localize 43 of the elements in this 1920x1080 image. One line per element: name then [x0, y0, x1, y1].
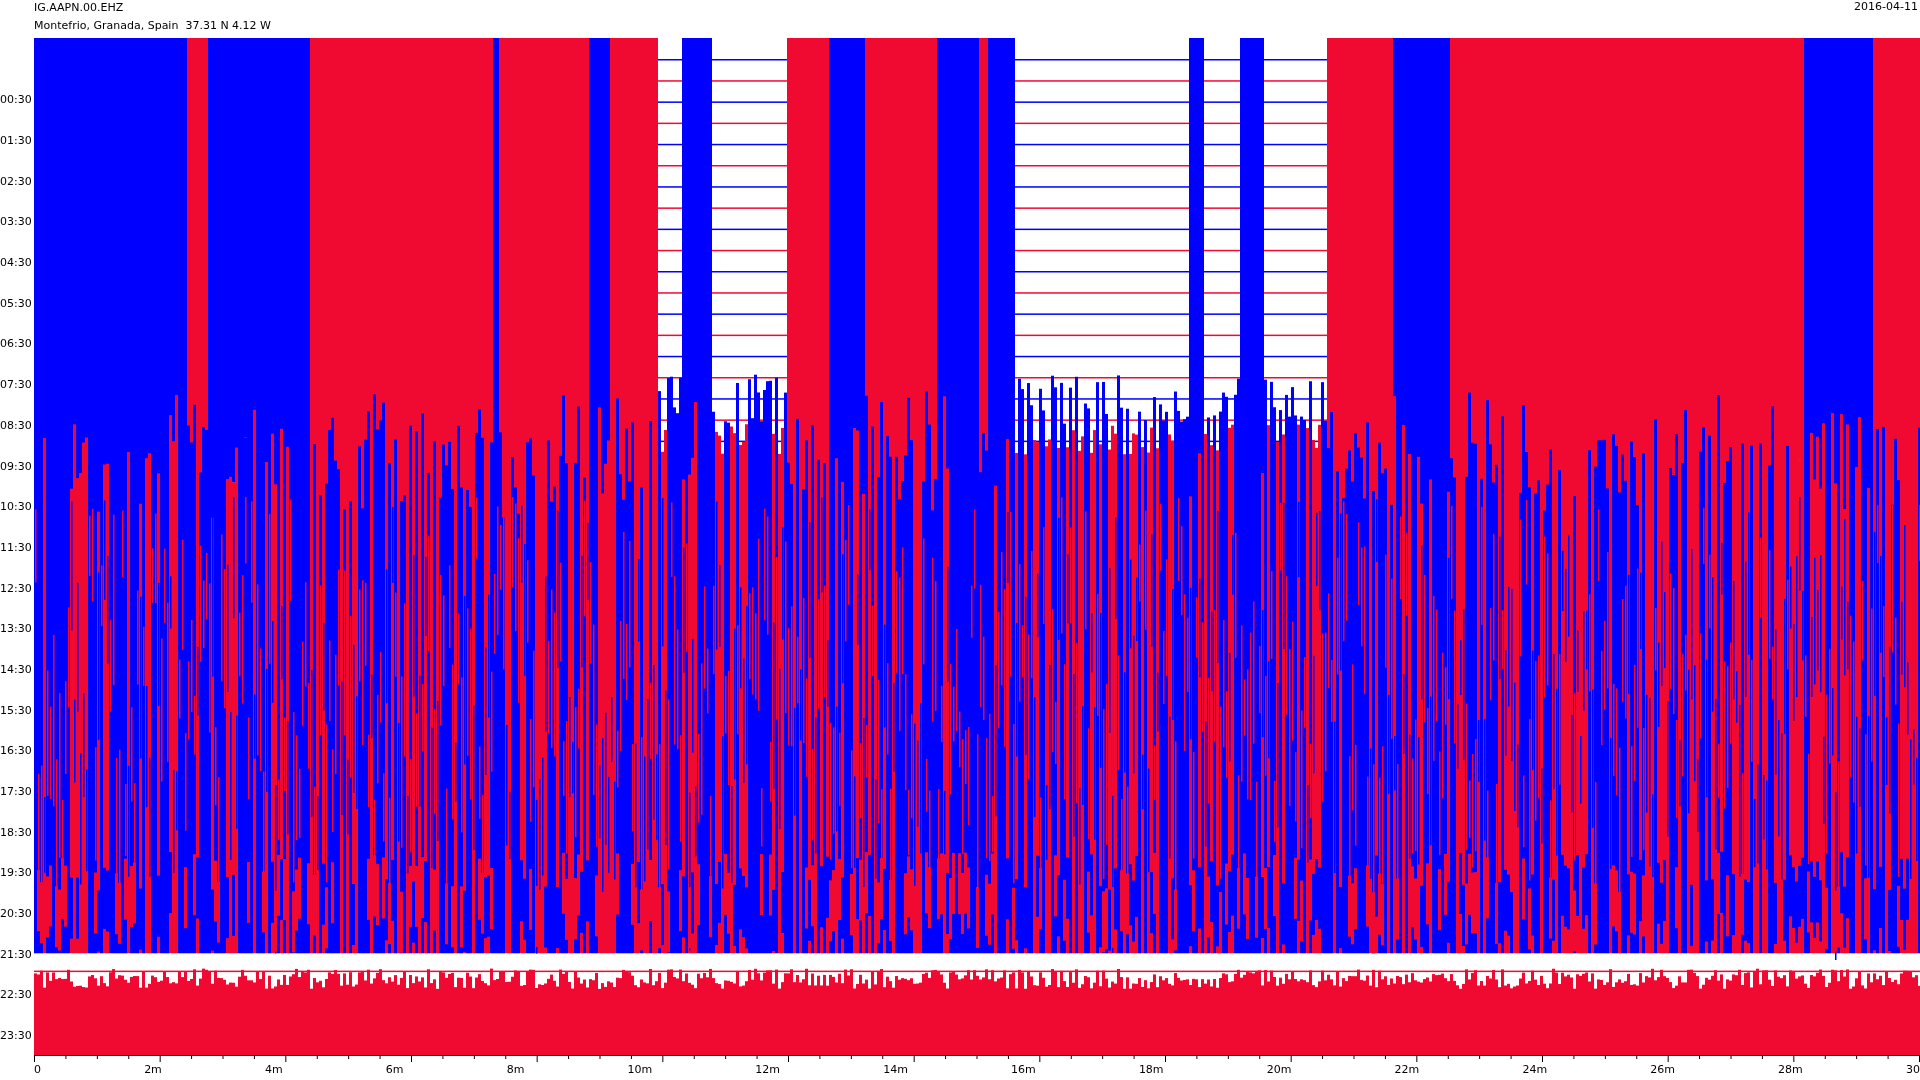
minute-label: 2m — [144, 1063, 162, 1078]
time-label: 07:30 — [0, 377, 33, 394]
time-label: 11:30 — [0, 539, 33, 556]
time-label: 20:30 — [0, 906, 33, 923]
time-label: 00:30 — [0, 92, 33, 109]
minute-label: 26m — [1650, 1063, 1675, 1078]
minute-label: 8m — [506, 1063, 525, 1078]
minute-label: 28m — [1778, 1063, 1803, 1078]
time-label: 01:30 — [0, 133, 33, 150]
time-label: 18:30 — [0, 824, 33, 841]
time-label: 14:30 — [0, 661, 33, 678]
minute-label: 14m — [883, 1063, 908, 1078]
minute-label: 22m — [1394, 1063, 1420, 1078]
minute-label: 6m — [385, 1063, 404, 1078]
time-label: 15:30 — [0, 702, 33, 719]
time-label: 23:30 — [0, 1028, 33, 1045]
minute-label: 16m — [1011, 1063, 1036, 1078]
time-label: 08:30 — [0, 417, 33, 434]
minute-label: 24m — [1522, 1063, 1548, 1078]
minute-label: 30 — [1905, 1063, 1920, 1078]
minute-label: 10m — [627, 1063, 653, 1078]
time-label: 17:30 — [0, 784, 33, 801]
time-label: 13:30 — [0, 621, 33, 638]
time-label: 16:30 — [0, 743, 33, 760]
time-label: 03:30 — [0, 214, 33, 231]
time-label: 19:30 — [0, 865, 33, 882]
minute-label: 12m — [755, 1063, 781, 1078]
time-label: 12:30 — [0, 580, 33, 597]
record-date: 2016-04-11 — [1854, 0, 1918, 15]
minute-label: 4m — [264, 1063, 283, 1078]
time-label: 05:30 — [0, 295, 33, 312]
minute-label: 20m — [1266, 1063, 1292, 1078]
time-label: 22:30 — [0, 987, 33, 1004]
minute-label: 18m — [1138, 1063, 1164, 1078]
time-label: 10:30 — [0, 499, 33, 516]
time-label: 02:30 — [0, 173, 33, 190]
time-label: 06:30 — [0, 336, 33, 353]
time-label: 04:30 — [0, 255, 33, 272]
minute-label: 0 — [34, 1063, 41, 1078]
time-label: 09:30 — [0, 458, 33, 475]
station-code: IG.AAPN.00.EHZ — [34, 1, 125, 15]
time-label: 21:30 — [0, 946, 33, 963]
station-location: Montefrio, Granada, Spain 37.31 N 4.12 W — [34, 19, 271, 33]
